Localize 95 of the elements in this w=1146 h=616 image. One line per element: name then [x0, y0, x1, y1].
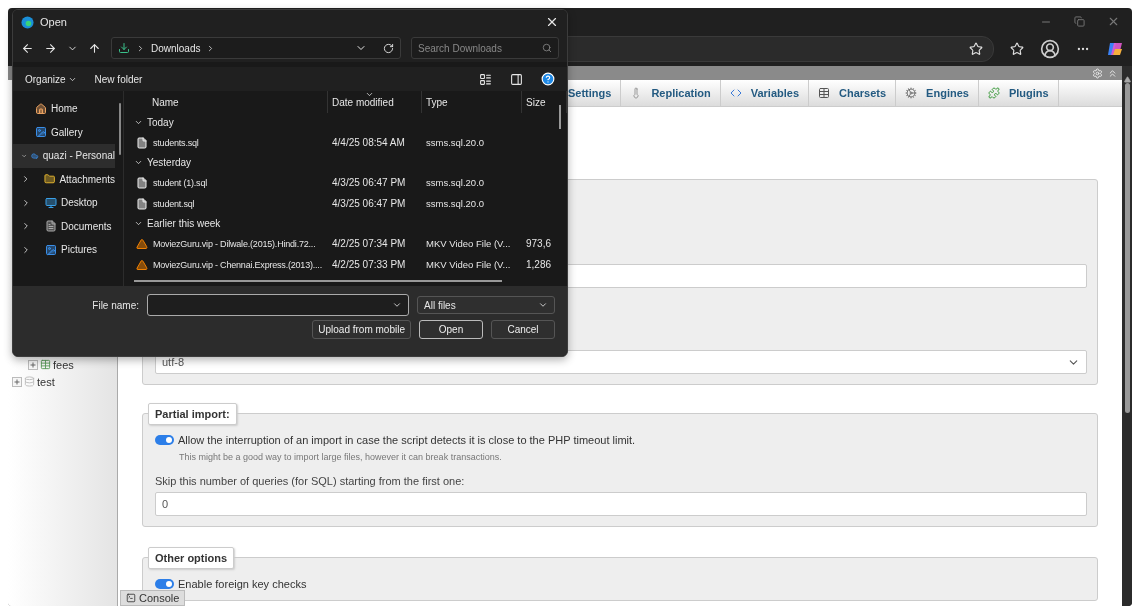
chevron-right-icon[interactable]	[21, 244, 31, 255]
file-row[interactable]: MoviezGuru.vip - Dilwale.(2015).Hindi.72... 4/2/25 07:34 PM MKV Video File (V... 973,6	[134, 233, 567, 254]
tree-item-label[interactable]: fees	[53, 358, 74, 371]
field-label: Skip this number of queries (for SQL) starting from the first one:	[155, 475, 466, 487]
gallery-icon	[35, 126, 47, 139]
cone-icon	[136, 237, 148, 250]
chevron-right-icon[interactable]	[21, 197, 31, 208]
tab-icon	[987, 87, 1000, 99]
nav-tab[interactable]: Variables	[720, 80, 810, 106]
chevron-down-icon	[134, 219, 143, 228]
nav-pane-item[interactable]: Gallery	[13, 120, 115, 144]
field-label: File name:	[92, 299, 139, 311]
nav-pane-item[interactable]: Attachments	[13, 167, 115, 191]
nav-tab[interactable]: Charsets	[809, 80, 897, 106]
chevron-right-icon[interactable]	[21, 221, 31, 232]
skip-queries-field[interactable]: 0	[155, 492, 1087, 516]
address-path[interactable]: Downloads	[111, 37, 401, 59]
file-type-select[interactable]: All files	[417, 296, 555, 314]
search-icon	[542, 43, 552, 53]
column-header[interactable]: Name	[134, 91, 328, 113]
dialog-button[interactable]: Upload from mobile	[312, 320, 411, 339]
console-icon	[126, 593, 136, 603]
refresh-icon[interactable]	[383, 42, 394, 54]
up-icon[interactable]	[88, 41, 101, 55]
folder-icon	[44, 173, 56, 186]
cone-icon	[136, 258, 148, 271]
toggle-switch[interactable]	[155, 579, 174, 589]
file-row[interactable]: MoviezGuru.vip - Chennai.Express.(2013).... 4/2/25 07:33 PM MKV Video File (V... 1,286	[134, 254, 567, 275]
console-tab[interactable]: Console	[120, 590, 186, 606]
nav-tab[interactable]: Plugins	[978, 80, 1059, 106]
dialog-button[interactable]: Cancel	[491, 320, 555, 339]
toggle-switch[interactable]	[155, 435, 174, 445]
column-header[interactable]: Date modified	[328, 91, 422, 113]
search-field[interactable]: Search Downloads	[411, 37, 559, 59]
toggle-label: Enable foreign key checks	[178, 578, 307, 590]
documents-icon	[45, 220, 57, 233]
document-icon	[136, 197, 148, 210]
download-icon	[118, 42, 130, 54]
tab-icon	[905, 87, 918, 99]
chevron-down-icon	[538, 300, 548, 310]
chevron-down-icon	[134, 118, 143, 127]
database-icon	[24, 376, 35, 387]
scrollbar-thumb[interactable]	[1124, 83, 1130, 413]
breadcrumb-item[interactable]: Downloads	[151, 42, 201, 54]
group-header[interactable]: Yesterday	[134, 153, 567, 172]
nav-tab[interactable]: Replication	[621, 80, 721, 106]
copilot-logo-icon[interactable]	[1106, 40, 1124, 58]
section-legend: Other options	[148, 547, 235, 569]
file-name-field[interactable]	[147, 294, 409, 316]
command-button[interactable]: Organize	[25, 73, 77, 85]
section-legend: Partial import:	[148, 403, 237, 425]
scroll-up-icon[interactable]	[1123, 76, 1131, 83]
sort-icon	[365, 90, 375, 99]
view-options-icon[interactable]	[479, 72, 492, 86]
chevron-down-icon	[392, 300, 402, 310]
toggle-label: Allow the interruption of an import in case the script detects it is close to the PHP timeout limit.	[178, 434, 636, 446]
nav-pane-item[interactable]: Documents	[13, 214, 115, 238]
document-icon	[136, 176, 148, 189]
profile-icon[interactable]	[1040, 39, 1060, 59]
tab-icon	[818, 87, 831, 99]
column-header[interactable]: Type	[422, 91, 522, 113]
file-row[interactable]: students.sql 4/4/25 08:54 AM ssms.sql.20.0	[134, 132, 567, 153]
favorites-icon[interactable]	[1010, 42, 1024, 56]
file-row[interactable]: student.sql 4/3/25 06:47 PM ssms.sql.20.0	[134, 193, 567, 214]
command-button[interactable]: New folder	[94, 73, 143, 85]
preview-pane-icon[interactable]	[510, 72, 523, 86]
nav-pane-item[interactable]: quazi - Personal	[13, 144, 115, 168]
tab-icon	[729, 87, 742, 99]
tree-item-label[interactable]: test	[37, 375, 55, 388]
group-header[interactable]: Today	[134, 113, 567, 132]
chevron-down-icon	[134, 158, 143, 167]
dialog-button[interactable]: Open	[419, 320, 483, 339]
group-header[interactable]: Earlier this week	[134, 214, 567, 233]
hint-text: This might be a good way to import large files, however it can break transactions.	[179, 452, 503, 462]
expand-icon[interactable]	[12, 376, 22, 387]
star-icon[interactable]	[969, 42, 983, 56]
dialog-title: Open	[40, 16, 68, 28]
document-icon	[136, 136, 148, 149]
expand-icon[interactable]	[28, 359, 38, 370]
desktop-icon	[45, 196, 57, 209]
nav-pane-item[interactable]: Home	[13, 97, 115, 121]
table-icon	[40, 359, 51, 370]
nav-pane-item[interactable]: Desktop	[13, 191, 115, 215]
help-icon[interactable]	[541, 72, 555, 86]
nav-pane-item[interactable]: Pictures	[13, 238, 115, 262]
chevron-right-icon	[136, 43, 145, 53]
nav-tab[interactable]: Engines	[896, 80, 979, 106]
restore-icon[interactable]	[1074, 16, 1085, 27]
file-row[interactable]: student (1).sql 4/3/25 06:47 PM ssms.sql.20.0	[134, 172, 567, 193]
forward-icon[interactable]	[44, 41, 57, 55]
browser-logo-icon	[21, 15, 34, 29]
pictures-icon	[45, 243, 57, 256]
home-icon	[35, 102, 47, 115]
back-icon[interactable]	[21, 41, 34, 55]
close-icon[interactable]	[545, 15, 559, 29]
